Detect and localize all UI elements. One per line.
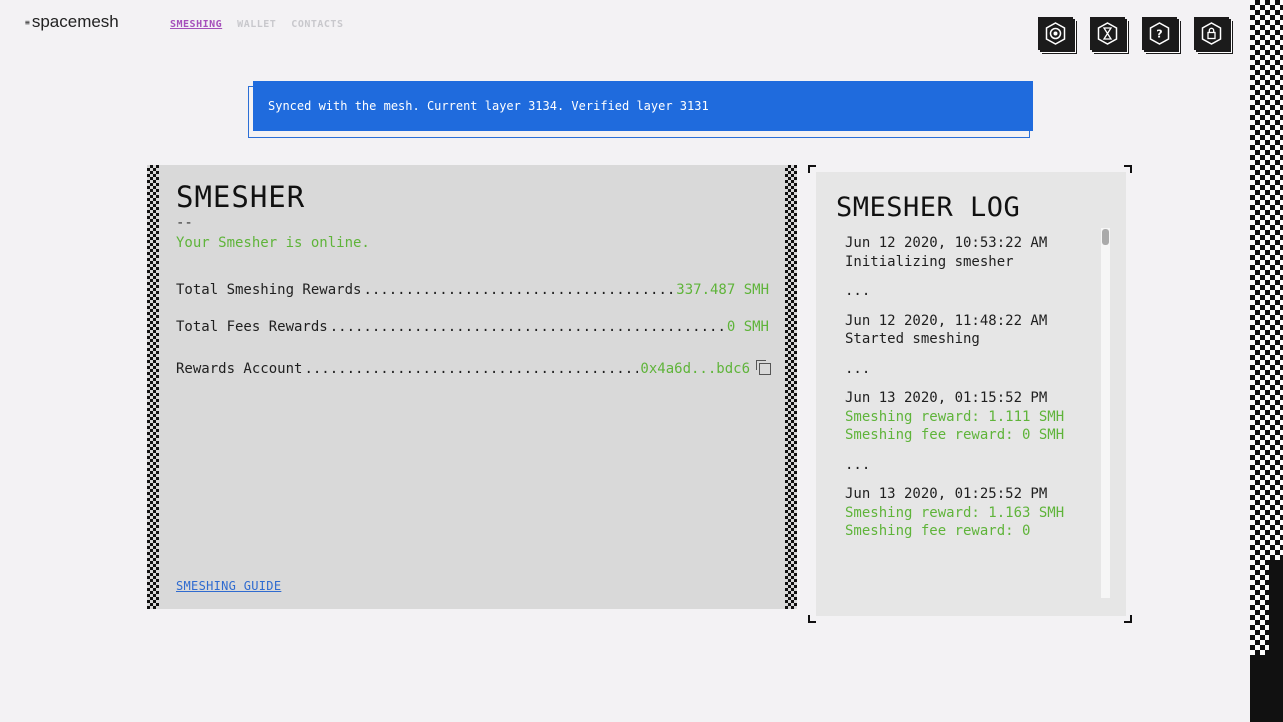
row-dots: ........................................… (363, 282, 674, 298)
smesher-log-list[interactable]: Jun 12 2020, 10:53:22 AM Initializing sm… (845, 234, 1093, 600)
nav-contacts[interactable]: CONTACTS (291, 19, 343, 30)
nav-smeshing[interactable]: SMESHING (170, 19, 222, 30)
hourglass-icon (1097, 22, 1118, 45)
sync-status-banner: Synced with the mesh. Current layer 3134… (253, 81, 1033, 131)
row-dots: ........................................… (304, 361, 639, 377)
row-label: Rewards Account (176, 361, 303, 377)
smesher-title: SMESHER (176, 180, 306, 214)
decorative-strip-block (1269, 560, 1283, 722)
frame-corner (808, 615, 816, 623)
help-icon: ? (1149, 22, 1170, 45)
log-text: Initializing smesher (845, 253, 1014, 270)
log-reward-text: Smeshing fee reward: 0 (845, 523, 1031, 539)
help-button[interactable]: ? (1142, 17, 1177, 50)
panel-checker-border (147, 165, 159, 609)
frame-corner (808, 165, 816, 173)
rewards-account-address: 0x4a6d...bdc6 (640, 361, 750, 377)
log-reward-text: Smeshing reward: 1.163 SMH (845, 504, 1065, 521)
copy-icon[interactable] (756, 360, 771, 375)
log-reward-text: Smeshing fee reward: 0 SMH (845, 427, 1065, 443)
logo-text: spacemesh (31, 12, 119, 31)
smesher-subtitle: -- (176, 215, 193, 231)
timer-button[interactable] (1090, 17, 1125, 50)
spacemesh-logo: ≡ spacemesh (25, 12, 119, 32)
log-time: Jun 13 2020, 01:25:52 PM (845, 486, 1048, 502)
total-smeshing-rewards-row: Total Smeshing Rewards .................… (176, 282, 769, 298)
log-entry: Jun 13 2020, 01:25:52 PM Smeshing reward… (845, 485, 1093, 541)
log-entry: Jun 12 2020, 10:53:22 AM Initializing sm… (845, 234, 1093, 271)
svg-text:?: ? (1156, 28, 1162, 41)
log-time: Jun 13 2020, 01:15:52 PM (845, 390, 1048, 406)
log-separator: ... (845, 283, 871, 299)
rewards-account-row: Rewards Account ........................… (176, 360, 771, 377)
smesher-log-container: SMESHER LOG Jun 12 2020, 10:53:22 AM Ini… (808, 165, 1132, 623)
log-separator: ... (845, 360, 871, 377)
smesher-panel: SMESHER -- Your Smesher is online. Total… (147, 165, 797, 609)
log-text: Started smeshing (845, 331, 980, 347)
log-reward-text: Smeshing reward: 1.111 SMH (845, 408, 1065, 425)
lock-button[interactable] (1194, 17, 1229, 50)
log-separator: ... (845, 456, 871, 473)
row-label: Total Fees Rewards (176, 319, 328, 335)
decorative-strip-block (1250, 655, 1269, 722)
smesher-status: Your Smesher is online. (176, 235, 370, 251)
log-time: Jun 12 2020, 10:53:22 AM (845, 235, 1048, 251)
settings-icon (1045, 22, 1066, 45)
top-icon-bar: ? (1038, 17, 1229, 50)
row-value: 0 SMH (726, 319, 769, 335)
frame-corner (1124, 615, 1132, 623)
log-entry: Jun 12 2020, 11:48:22 AM Started smeshin… (845, 312, 1093, 349)
log-time: Jun 12 2020, 11:48:22 AM (845, 312, 1048, 329)
nav-wallet[interactable]: WALLET (237, 19, 276, 30)
row-value: 337.487 SMH (676, 282, 769, 298)
smeshing-guide-link[interactable]: SMESHING GUIDE (176, 579, 281, 593)
panel-checker-border (785, 165, 797, 609)
main-nav: SMESHING WALLET CONTACTS (170, 19, 343, 30)
log-scrollbar-thumb[interactable] (1102, 229, 1109, 245)
log-scrollbar[interactable] (1101, 228, 1110, 598)
logo-mark: ≡ (25, 18, 30, 27)
lock-icon (1201, 22, 1222, 45)
row-dots: ........................................… (329, 319, 725, 335)
log-entry: Jun 13 2020, 01:15:52 PM Smeshing reward… (845, 389, 1093, 445)
settings-button[interactable] (1038, 17, 1073, 50)
smesher-log-title: SMESHER LOG (836, 192, 1021, 223)
smesher-log-panel: SMESHER LOG Jun 12 2020, 10:53:22 AM Ini… (816, 172, 1126, 616)
total-fees-rewards-row: Total Fees Rewards .....................… (176, 319, 769, 335)
row-label: Total Smeshing Rewards (176, 282, 362, 298)
